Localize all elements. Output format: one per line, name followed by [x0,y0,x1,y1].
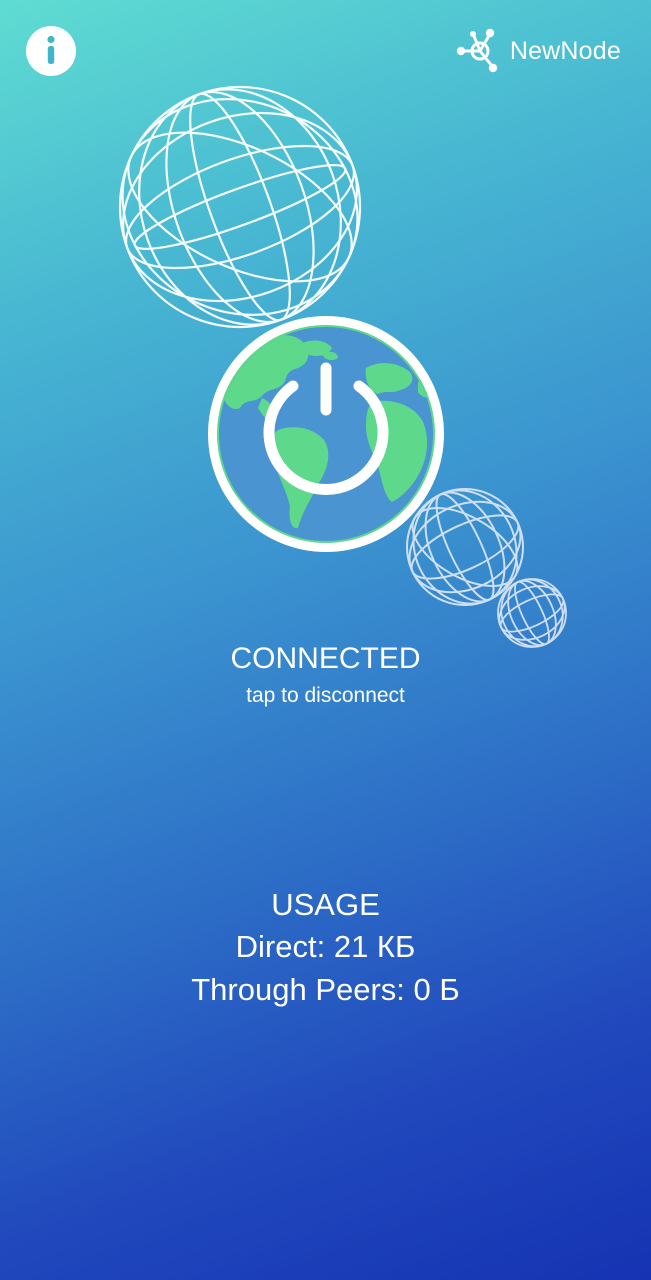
usage-direct: Direct: 21 КБ [235,929,416,964]
usage-through-peers: Through Peers: 0 Б [191,972,460,1007]
connection-hint: tap to disconnect [246,684,405,707]
connection-status: CONNECTED [230,642,421,675]
connect-toggle-button[interactable] [204,312,448,556]
wireframe-globe-large [118,85,362,329]
usage-title: USAGE [271,887,380,922]
